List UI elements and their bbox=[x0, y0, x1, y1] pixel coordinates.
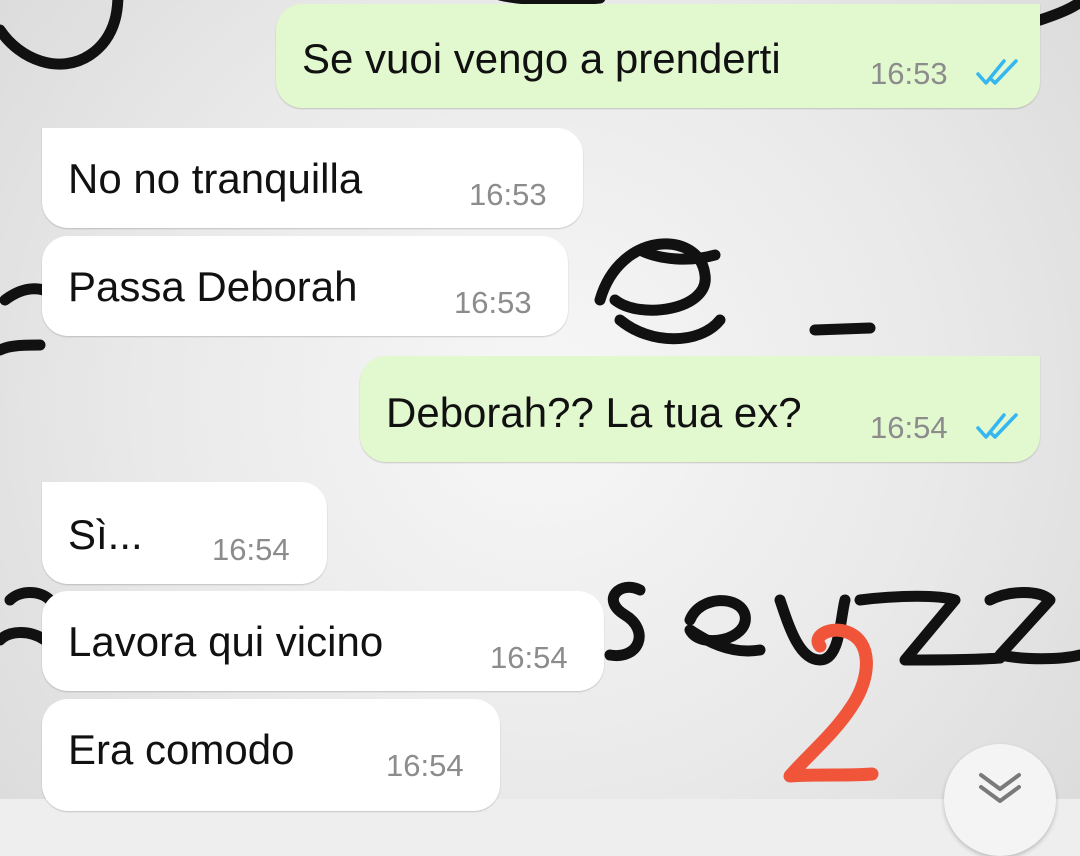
message-timestamp: 16:54 bbox=[870, 410, 948, 445]
message-timestamp: 16:54 bbox=[490, 640, 568, 675]
message-text: Deborah?? La tua ex? bbox=[386, 389, 802, 436]
message-text: Se vuoi vengo a prenderti bbox=[302, 35, 781, 82]
message-bubble-outgoing[interactable]: Se vuoi vengo a prenderti 16:53 bbox=[276, 4, 1040, 108]
message-timestamp: 16:53 bbox=[454, 285, 532, 320]
message-text: No no tranquilla bbox=[68, 155, 363, 202]
message-timestamp: 16:54 bbox=[212, 532, 290, 567]
message-text: Sì... bbox=[68, 511, 143, 558]
message-bubble-incoming[interactable]: No no tranquilla 16:53 bbox=[42, 128, 583, 228]
message-bubble-outgoing[interactable]: Deborah?? La tua ex? 16:54 bbox=[360, 356, 1040, 462]
message-text: Lavora qui vicino bbox=[68, 618, 384, 665]
message-bubble-incoming[interactable]: Sì... 16:54 bbox=[42, 482, 327, 584]
read-receipt-double-check-icon bbox=[976, 413, 1018, 439]
message-bubble-incoming[interactable]: Passa Deborah 16:53 bbox=[42, 236, 568, 336]
message-timestamp: 16:53 bbox=[469, 177, 547, 212]
message-text: Era comodo bbox=[68, 726, 295, 773]
message-text: Passa Deborah bbox=[68, 263, 358, 310]
message-bubble-incoming[interactable]: Era comodo 16:54 bbox=[42, 699, 500, 811]
message-bubble-incoming[interactable]: Lavora qui vicino 16:54 bbox=[42, 591, 604, 691]
message-timestamp: 16:53 bbox=[870, 56, 948, 91]
scroll-to-bottom-button[interactable] bbox=[944, 744, 1056, 856]
message-timestamp: 16:54 bbox=[386, 748, 464, 783]
read-receipt-double-check-icon bbox=[976, 59, 1018, 85]
annotation-number-two: 2 bbox=[783, 623, 879, 783]
double-chevron-down-icon bbox=[979, 773, 1021, 803]
